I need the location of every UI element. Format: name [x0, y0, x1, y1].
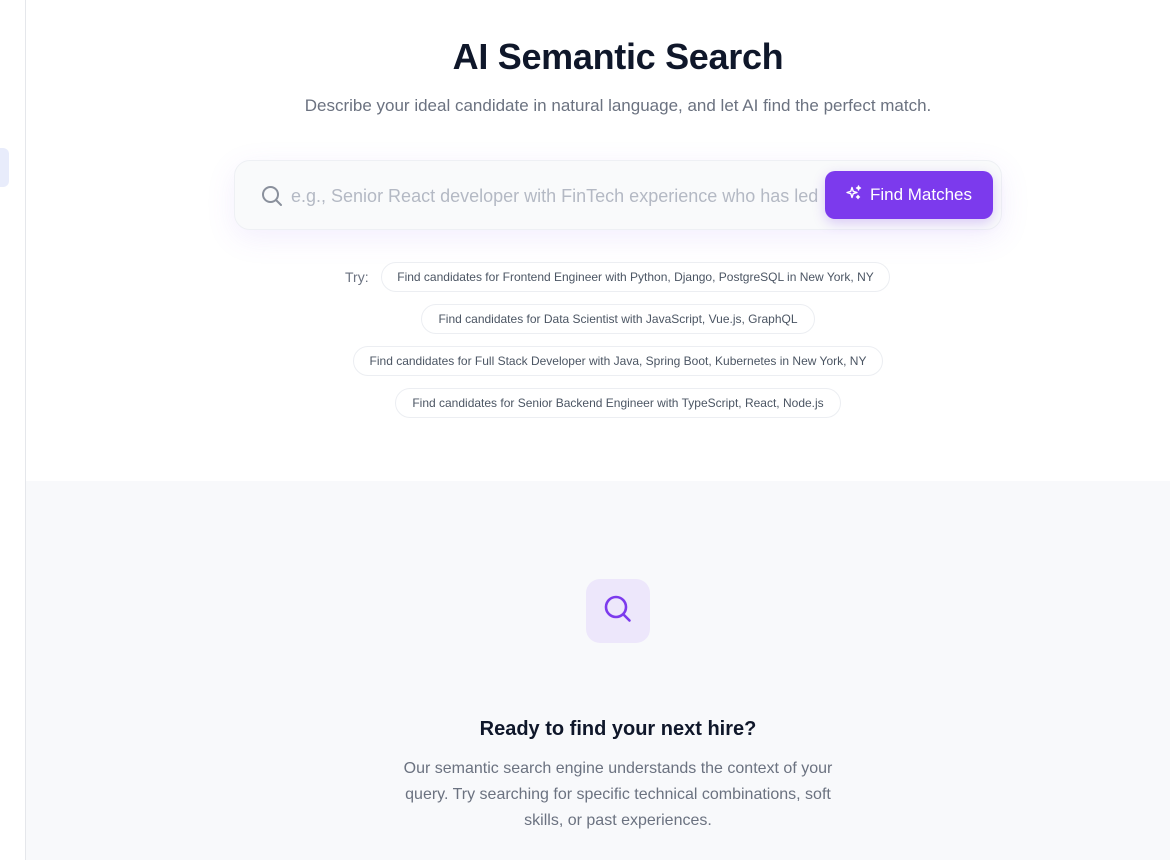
search-hero: AI Semantic Search Describe your ideal c…: [26, 0, 1170, 481]
sidebar-active-item[interactable]: [0, 148, 9, 187]
search-icon: [260, 184, 284, 208]
page-subtitle: Describe your ideal candidate in natural…: [304, 96, 932, 115]
suggestion-chip[interactable]: Find candidates for Frontend Engineer wi…: [381, 262, 890, 292]
empty-state: Ready to find your next hire? Our semant…: [26, 481, 1170, 860]
find-matches-button[interactable]: Find Matches: [825, 171, 993, 219]
search-bar: Find Matches: [234, 160, 1002, 230]
main-content: AI Semantic Search Describe your ideal c…: [26, 0, 1170, 860]
suggestion-chip[interactable]: Find candidates for Data Scientist with …: [421, 304, 815, 334]
suggestion-chip[interactable]: Find candidates for Full Stack Developer…: [353, 346, 883, 376]
search-icon: [602, 593, 634, 630]
empty-state-icon-tile: [586, 579, 650, 643]
find-matches-label: Find Matches: [869, 185, 973, 204]
suggestion-chip[interactable]: Find candidates for Senior Backend Engin…: [395, 388, 841, 418]
empty-state-description: Our semantic search engine understands t…: [403, 760, 833, 829]
sparkles-icon: [846, 184, 862, 206]
empty-state-title: Ready to find your next hire?: [479, 718, 757, 740]
search-input[interactable]: [291, 177, 821, 215]
sidebar: [0, 0, 26, 860]
suggestions-label: Try:: [345, 269, 369, 285]
page-title: AI Semantic Search: [452, 36, 784, 77]
